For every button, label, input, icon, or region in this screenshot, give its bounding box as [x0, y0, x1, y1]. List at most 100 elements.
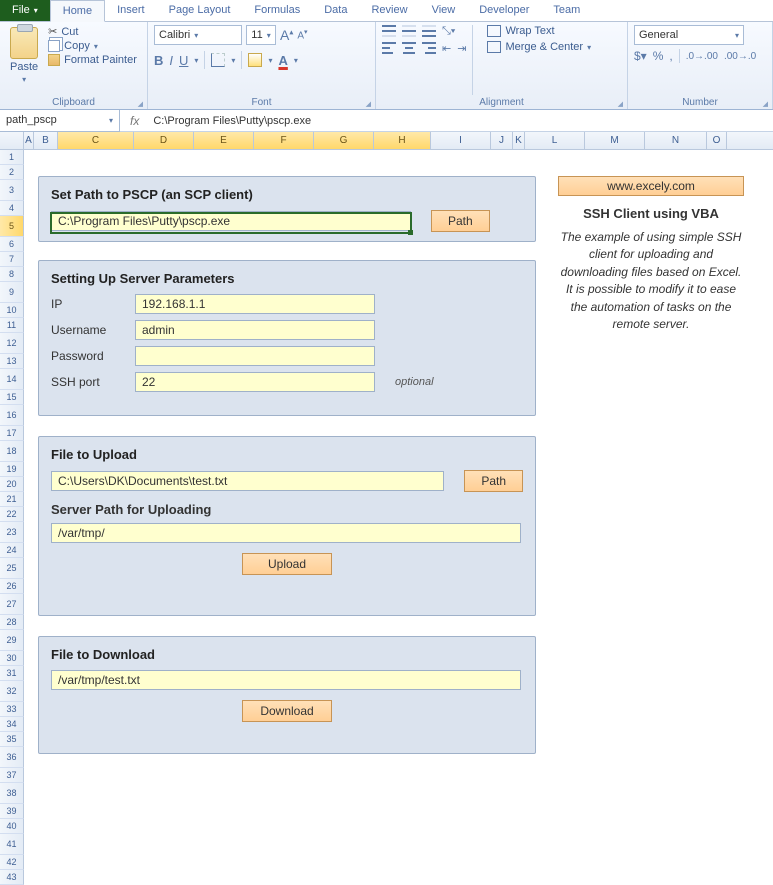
tab-insert[interactable]: Insert [105, 0, 157, 21]
increase-decimal-icon[interactable]: .0→.00 [686, 51, 718, 62]
decrease-decimal-icon[interactable]: .00→.0 [724, 51, 756, 62]
font-name-combo[interactable]: Calibri▾ [154, 25, 242, 45]
row-header[interactable]: 14 [0, 369, 24, 390]
row-header[interactable]: 16 [0, 405, 24, 426]
row-header[interactable]: 42 [0, 855, 24, 870]
col-header[interactable]: I [431, 132, 491, 149]
row-header[interactable]: 21 [0, 492, 24, 507]
col-header[interactable]: F [254, 132, 314, 149]
row-header[interactable]: 20 [0, 477, 24, 492]
upload-file-input[interactable]: C:\Users\DK\Documents\test.txt [51, 471, 444, 491]
percent-format-icon[interactable]: % [653, 49, 664, 63]
tab-page-layout[interactable]: Page Layout [157, 0, 243, 21]
tab-developer[interactable]: Developer [467, 0, 541, 21]
cell-grid[interactable]: Set Path to PSCP (an SCP client) C:\Prog… [24, 150, 773, 885]
row-header[interactable]: 3 [0, 180, 24, 201]
row-header[interactable]: 36 [0, 747, 24, 768]
align-bottom-icon[interactable] [422, 25, 436, 37]
row-header[interactable]: 24 [0, 543, 24, 558]
upload-path-button[interactable]: Path [464, 470, 523, 492]
row-header[interactable]: 28 [0, 615, 24, 630]
col-header[interactable]: B [34, 132, 58, 149]
pscp-path-button[interactable]: Path [431, 210, 490, 232]
row-header[interactable]: 40 [0, 819, 24, 834]
font-size-combo[interactable]: 11▾ [246, 25, 276, 45]
ssh-port-input[interactable]: 22 [135, 372, 375, 392]
row-header[interactable]: 37 [0, 768, 24, 783]
font-color-button[interactable]: A [278, 53, 287, 68]
side-link[interactable]: www.excely.com [558, 176, 744, 196]
server-path-input[interactable]: /var/tmp/ [51, 523, 521, 543]
shrink-font-icon[interactable]: A▾ [297, 28, 307, 41]
row-header[interactable]: 41 [0, 834, 24, 855]
col-header[interactable]: G [314, 132, 374, 149]
align-right-icon[interactable] [422, 42, 436, 54]
orientation-icon[interactable]: ⤡▾ [442, 25, 455, 38]
row-header[interactable]: 13 [0, 354, 24, 369]
col-header[interactable]: K [513, 132, 525, 149]
row-header[interactable]: 7 [0, 252, 24, 267]
row-header[interactable]: 15 [0, 390, 24, 405]
paste-button[interactable]: Paste ▾ [6, 25, 42, 86]
row-header[interactable]: 12 [0, 333, 24, 354]
copy-button[interactable]: Copy▾ [48, 40, 137, 52]
row-header[interactable]: 32 [0, 681, 24, 702]
tab-review[interactable]: Review [359, 0, 419, 21]
row-header[interactable]: 33 [0, 702, 24, 717]
row-header[interactable]: 4 [0, 201, 24, 216]
italic-button[interactable]: I [169, 53, 173, 68]
select-all-corner[interactable] [0, 132, 24, 149]
col-header[interactable]: L [525, 132, 585, 149]
grow-font-icon[interactable]: A▴ [280, 27, 293, 43]
row-header[interactable]: 31 [0, 666, 24, 681]
name-box[interactable]: path_pscp▾ [0, 110, 120, 132]
col-header[interactable]: J [491, 132, 513, 149]
row-header[interactable]: 19 [0, 462, 24, 477]
row-header[interactable]: 34 [0, 717, 24, 732]
col-header[interactable]: D [134, 132, 194, 149]
tab-view[interactable]: View [420, 0, 468, 21]
row-header[interactable]: 2 [0, 165, 24, 180]
align-center-icon[interactable] [402, 42, 416, 54]
row-header[interactable]: 35 [0, 732, 24, 747]
merge-center-button[interactable]: Merge & Center▾ [487, 41, 591, 53]
download-button[interactable]: Download [242, 700, 332, 722]
comma-format-icon[interactable]: , [669, 49, 672, 63]
row-header[interactable]: 6 [0, 237, 24, 252]
row-header[interactable]: 17 [0, 426, 24, 441]
row-header[interactable]: 5 [0, 216, 24, 237]
row-header[interactable]: 1 [0, 150, 24, 165]
formula-input[interactable]: C:\Program Files\Putty\pscp.exe [149, 115, 773, 127]
number-format-combo[interactable]: General▾ [634, 25, 744, 45]
increase-indent-icon[interactable]: ⇥ [457, 42, 466, 55]
pscp-path-input[interactable]: C:\Program Files\Putty\pscp.exe [51, 211, 411, 231]
col-header[interactable]: N [645, 132, 707, 149]
col-header[interactable]: C [58, 132, 134, 149]
format-painter-button[interactable]: Format Painter [48, 54, 137, 66]
row-header[interactable]: 22 [0, 507, 24, 522]
username-input[interactable]: admin [135, 320, 375, 340]
upload-button[interactable]: Upload [242, 553, 332, 575]
row-header[interactable]: 27 [0, 594, 24, 615]
tab-home[interactable]: Home [50, 0, 105, 22]
fill-color-icon[interactable] [248, 53, 262, 67]
align-left-icon[interactable] [382, 42, 396, 54]
row-header[interactable]: 26 [0, 579, 24, 594]
tab-formulas[interactable]: Formulas [242, 0, 312, 21]
fx-icon[interactable]: fx [120, 114, 149, 128]
decrease-indent-icon[interactable]: ⇤ [442, 42, 451, 55]
accounting-format-icon[interactable]: $▾ [634, 49, 647, 63]
row-header[interactable]: 23 [0, 522, 24, 543]
download-file-input[interactable]: /var/tmp/test.txt [51, 670, 521, 690]
align-middle-icon[interactable] [402, 25, 416, 37]
col-header[interactable]: E [194, 132, 254, 149]
row-header[interactable]: 9 [0, 282, 24, 303]
underline-button[interactable]: U [179, 53, 188, 68]
tab-file[interactable]: File [0, 0, 50, 21]
align-top-icon[interactable] [382, 25, 396, 37]
password-input[interactable] [135, 346, 375, 366]
cut-button[interactable]: ✂Cut [48, 25, 137, 38]
col-header[interactable]: A [24, 132, 34, 149]
row-header[interactable]: 38 [0, 783, 24, 804]
bold-button[interactable]: B [154, 53, 163, 68]
